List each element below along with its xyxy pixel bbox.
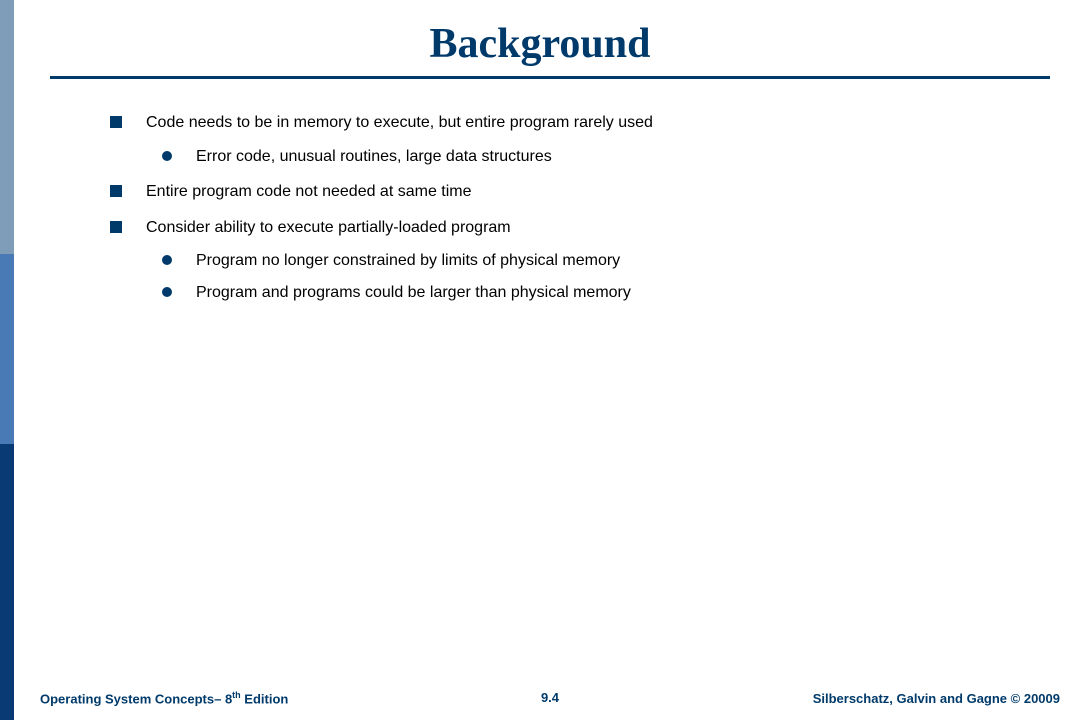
square-bullet-icon [110, 221, 122, 233]
slide: Background Code needs to be in memory to… [0, 0, 1080, 720]
bullet-item: Consider ability to execute partially-lo… [110, 217, 1050, 304]
circle-bullet-icon [162, 287, 172, 297]
bullet-text: Consider ability to execute partially-lo… [146, 217, 511, 239]
slide-title: Background [0, 20, 1080, 68]
sub-bullet-text: Program and programs could be larger tha… [196, 282, 631, 304]
square-bullet-icon [110, 185, 122, 197]
footer: 9.4 Operating System Concepts– 8th Editi… [40, 690, 1060, 706]
sidebar-stripe-bottom [0, 444, 14, 720]
circle-bullet-icon [162, 151, 172, 161]
page-number: 9.4 [40, 690, 1060, 705]
content-area: Code needs to be in memory to execute, b… [110, 112, 1050, 318]
sidebar-stripe-mid [0, 254, 14, 444]
bullet-item: Entire program code not needed at same t… [110, 181, 1050, 203]
bullet-item: Code needs to be in memory to execute, b… [110, 112, 1050, 167]
sub-bullet-item: Program no longer constrained by limits … [162, 250, 1050, 272]
sub-bullet-text: Error code, unusual routines, large data… [196, 146, 552, 168]
sub-bullet-item: Program and programs could be larger tha… [162, 282, 1050, 304]
bullet-text: Code needs to be in memory to execute, b… [146, 112, 653, 134]
sub-bullet-item: Error code, unusual routines, large data… [162, 146, 1050, 168]
sub-bullet-text: Program no longer constrained by limits … [196, 250, 620, 272]
square-bullet-icon [110, 116, 122, 128]
circle-bullet-icon [162, 255, 172, 265]
title-underline [50, 76, 1050, 79]
bullet-text: Entire program code not needed at same t… [146, 181, 472, 203]
